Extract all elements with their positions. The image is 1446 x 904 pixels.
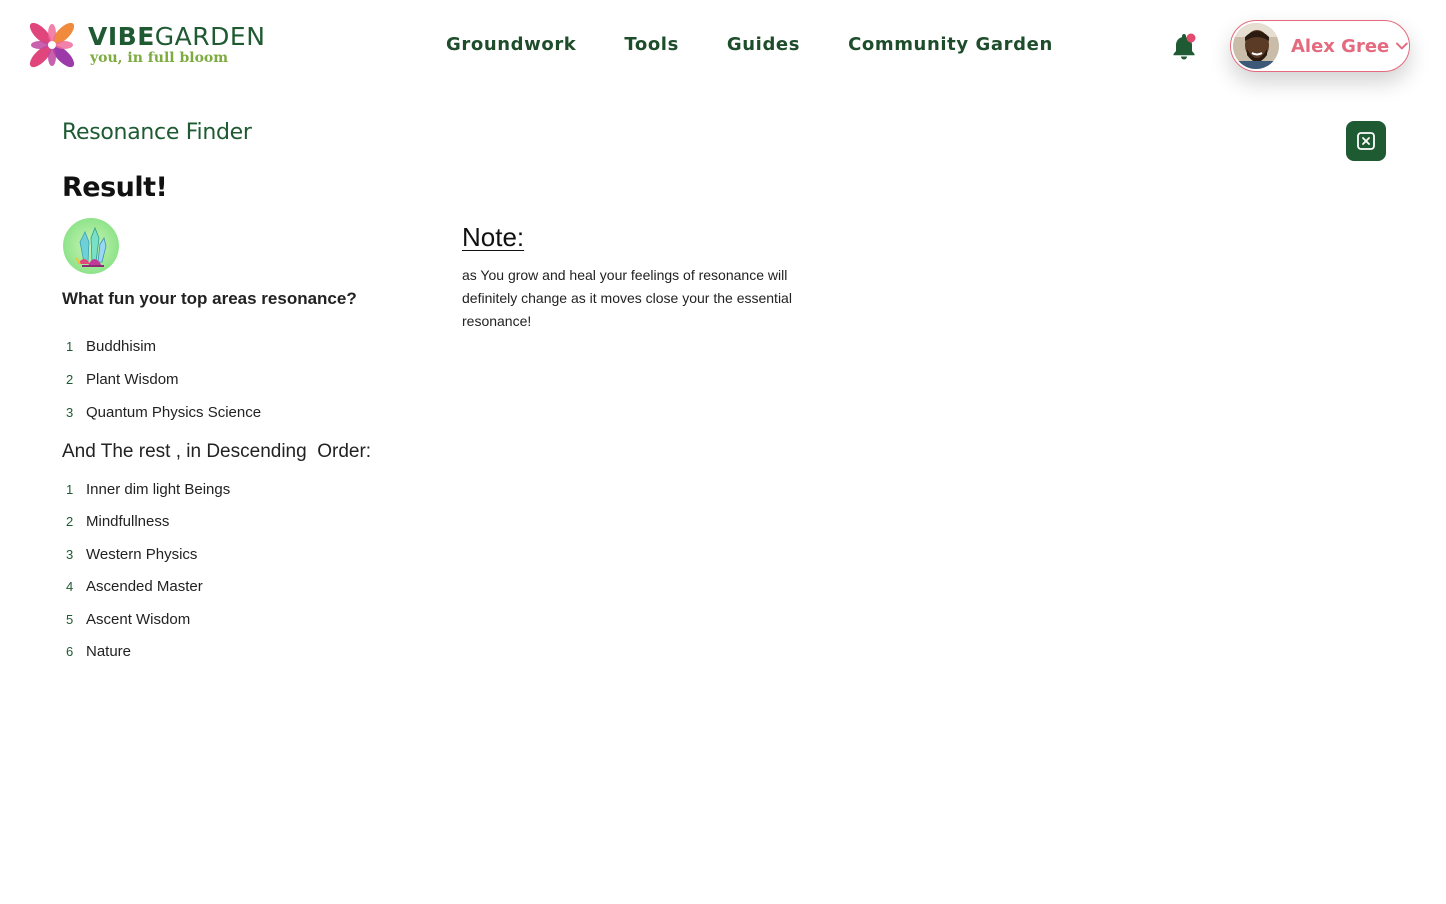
- crystal-icon: [63, 218, 119, 274]
- top-areas-question: What fun your top areas resonance?: [62, 289, 357, 308]
- chevron-down-icon: [1396, 42, 1409, 50]
- rank-number: 1: [66, 339, 74, 354]
- area-label: Quantum Physics Science: [86, 404, 262, 421]
- area-label: Mindfullness: [86, 513, 170, 531]
- rest-areas-list: 1 Inner dim light Beings 2 Mindfullness 3W…: [62, 473, 230, 668]
- area-label: Buddhisim: [86, 338, 157, 355]
- list-item: 5 Ascent Wisdom: [62, 603, 230, 636]
- nav-community-garden[interactable]: Community Garden: [848, 34, 1053, 55]
- area-label: Western Physics: [86, 545, 198, 563]
- nav-tools[interactable]: Tools: [624, 34, 679, 55]
- list-item: 6 Nature: [62, 636, 230, 669]
- main-nav: Groundwork Tools Guides Community Garden: [446, 34, 1053, 55]
- area-label: Nature: [86, 643, 132, 661]
- vibegarden-logo[interactable]: VIBEGARDEN you, in full bloom: [22, 14, 265, 76]
- rank-number: 4: [66, 579, 74, 595]
- area-label: Inner dim light Beings: [86, 480, 231, 498]
- rank-number: 3: [66, 405, 74, 420]
- list-item: 1 Inner dim light Beings: [62, 473, 230, 506]
- rank-number: 2: [66, 372, 74, 387]
- close-square-icon: [1357, 132, 1375, 150]
- user-name: Alex Gree: [1291, 35, 1390, 57]
- avatar: [1233, 23, 1279, 69]
- area-label: Ascended Master: [86, 578, 203, 596]
- list-item: 4 Ascended Master: [62, 571, 230, 604]
- rank-number: 6: [66, 644, 74, 660]
- list-item: 1 Buddhisim: [62, 330, 261, 363]
- top-areas-list: 1 Buddhisim 2 Plant Wisdom 3 Quantum Physic…: [62, 330, 261, 429]
- flower-logo-icon: [29, 22, 75, 68]
- rank-number: 2: [66, 514, 74, 530]
- rank-number: 1: [66, 481, 74, 497]
- rest-heading: And The rest , in Descending Order:: [62, 441, 372, 462]
- notification-dot: [1186, 33, 1196, 43]
- list-item: 3 Western Physics: [62, 538, 230, 571]
- note-title: Note:: [462, 222, 525, 252]
- note-body: as You grow and heal your feelings of re…: [462, 267, 792, 329]
- close-button[interactable]: [1346, 121, 1386, 161]
- bell-icon[interactable]: [1168, 30, 1200, 62]
- section-title: Resonance Finder: [62, 120, 252, 145]
- result-title: Result!: [62, 172, 168, 203]
- rank-number: 3: [66, 546, 74, 562]
- list-item: 2 Plant Wisdom: [62, 363, 261, 396]
- brand-tagline: you, in full bloom: [90, 50, 229, 66]
- top-header: VIBEGARDEN you, in full bloom Groundwork…: [0, 0, 1446, 92]
- user-menu-button[interactable]: Alex Gree: [1230, 20, 1410, 72]
- rank-number: 5: [66, 611, 74, 627]
- brand-name: VIBEGARDEN: [88, 22, 266, 51]
- list-item: 2 Mindfullness: [62, 506, 230, 539]
- list-item: 3 Quantum Physics Science: [62, 396, 261, 429]
- nav-groundwork[interactable]: Groundwork: [446, 34, 576, 55]
- nav-guides[interactable]: Guides: [727, 34, 800, 55]
- area-label: Ascent Wisdom: [86, 610, 191, 628]
- area-label: Plant Wisdom: [86, 371, 179, 388]
